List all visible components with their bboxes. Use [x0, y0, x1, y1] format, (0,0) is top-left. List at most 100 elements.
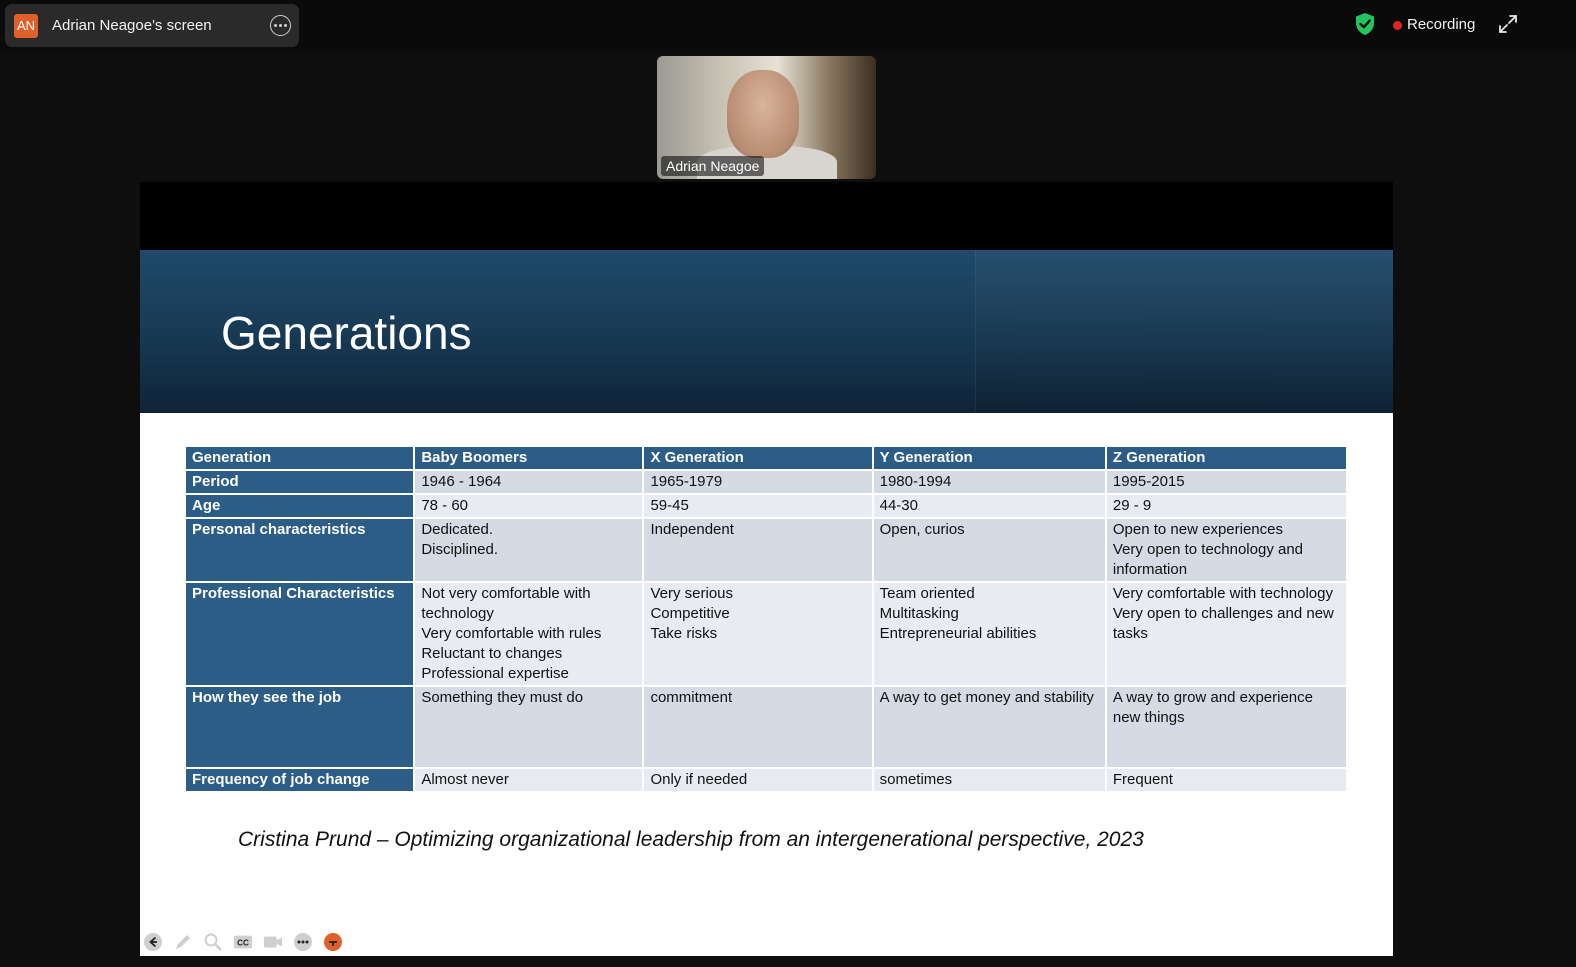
more-icon[interactable]: [293, 932, 313, 952]
cell-line: Reluctant to changes: [421, 645, 563, 662]
cell-line: 1946 - 1964: [421, 473, 502, 490]
cell-line: Very serious: [650, 585, 734, 602]
cell-line: Dedicated.: [421, 521, 494, 538]
more-options-button[interactable]: [270, 15, 291, 36]
cell-line: commitment: [650, 689, 733, 706]
slide-header: Generations: [140, 250, 1393, 413]
table-cell: Dedicated. Disciplined.: [415, 519, 643, 581]
table-row: Period 1946 - 1964 1965-1979 1980-1994 1995-…: [186, 471, 1346, 493]
table-row: Professional Characteristics Not very com…: [186, 583, 1346, 685]
row-header: How they see the job: [186, 687, 414, 767]
row-header: Frequency of job change: [186, 769, 414, 791]
slide-top-margin: [140, 182, 1393, 250]
table-cell: 1946 - 1964: [415, 471, 643, 493]
table-cell: 1965-1979: [644, 471, 872, 493]
cell-line: Very open to technology and information: [1112, 541, 1304, 578]
column-header: Z Generation: [1106, 447, 1346, 469]
fullscreen-icon[interactable]: [1497, 13, 1519, 35]
cell-line: Frequent: [1112, 771, 1173, 788]
table-cell: sometimes: [873, 769, 1105, 791]
table-cell: Team oriented Multitasking Entrepreneurial…: [873, 583, 1105, 685]
column-header: X Generation: [644, 447, 872, 469]
participant-name: Adrian Neagoe: [661, 156, 765, 176]
table-cell: Frequent: [1106, 769, 1346, 791]
table-row: Frequency of job change Almost never Only …: [186, 769, 1346, 791]
cell-line: 1995-2015: [1112, 473, 1185, 490]
table-cell: 59-45: [644, 495, 872, 517]
recording-dot-icon: [1393, 21, 1402, 30]
cell-line: Professional expertise: [421, 665, 569, 682]
shield-icon[interactable]: [1354, 12, 1376, 36]
table-cell: 78 - 60: [415, 495, 643, 517]
table-cell: A way to grow and experience new things: [1106, 687, 1346, 767]
pen-icon[interactable]: [173, 932, 193, 952]
citation: Cristina Prund – Optimizing organization…: [238, 828, 1144, 851]
cell-line: Very open to challenges and new tasks: [1112, 605, 1334, 642]
cell-line: 29 - 9: [1112, 497, 1152, 514]
table-row: Age 78 - 60 59-45 44-30 29 - 9: [186, 495, 1346, 517]
table-cell: Open to new experiences Very open to tech…: [1106, 519, 1346, 581]
cell-line: 59-45: [650, 497, 689, 514]
cell-line: 44-30: [879, 497, 918, 514]
row-header: Age: [186, 495, 414, 517]
cell-line: Disciplined.: [421, 541, 499, 558]
table-row: Personal characteristics Dedicated. Discip…: [186, 519, 1346, 581]
back-arrow-icon[interactable]: [143, 932, 163, 952]
cell-line: Open, curios: [879, 521, 965, 538]
table-cell: Not very comfortable with technology Very…: [415, 583, 643, 685]
table-cell: Something they must do: [415, 687, 643, 767]
cell-line: Very comfortable with technology: [1112, 585, 1333, 602]
cell-line: Multitasking: [879, 605, 959, 622]
screen-share-indicator[interactable]: AN Adrian Neagoe's screen: [5, 4, 299, 47]
table-cell: Only if needed: [644, 769, 872, 791]
camera-icon[interactable]: [263, 932, 283, 952]
cell-line: Something they must do: [421, 689, 584, 706]
column-header: Baby Boomers: [415, 447, 643, 469]
cell-line: Team oriented: [879, 585, 975, 602]
table-cell: Almost never: [415, 769, 643, 791]
table-cell: 1995-2015: [1106, 471, 1346, 493]
table-cell: 1980-1994: [873, 471, 1105, 493]
cell-line: Only if needed: [650, 771, 748, 788]
cell-line: Independent: [650, 521, 734, 538]
zoom-icon[interactable]: [203, 932, 223, 952]
row-header: Professional Characteristics: [186, 583, 414, 685]
row-header: Personal characteristics: [186, 519, 414, 581]
avatar: AN: [14, 13, 38, 38]
top-bar: AN Adrian Neagoe's screen Recording: [0, 0, 1576, 52]
presentation-toolbar: CC: [143, 932, 343, 952]
cell-line: Not very comfortable with technology: [421, 585, 591, 622]
table-cell: commitment: [644, 687, 872, 767]
cell-line: 1965-1979: [650, 473, 723, 490]
table-cell: Independent: [644, 519, 872, 581]
column-header: Generation: [186, 447, 414, 469]
share-title: Adrian Neagoe's screen: [52, 17, 212, 34]
cell-line: Very comfortable with rules: [421, 625, 602, 642]
svg-text:CC: CC: [237, 939, 249, 948]
cell-line: A way to grow and experience new things: [1112, 689, 1313, 726]
laser-pointer-icon[interactable]: [323, 932, 343, 952]
cell-line: A way to get money and stability: [879, 689, 1094, 706]
column-header: Y Generation: [873, 447, 1105, 469]
cell-line: 78 - 60: [421, 497, 469, 514]
table-cell: A way to get money and stability: [873, 687, 1105, 767]
cell-line: Open to new experiences: [1112, 521, 1283, 538]
recording-label[interactable]: Recording: [1407, 16, 1475, 33]
slide-title: Generations: [221, 307, 472, 359]
table-cell: Very comfortable with technology Very ope…: [1106, 583, 1346, 685]
captions-icon[interactable]: CC: [233, 932, 253, 952]
slide-body: Generation Baby Boomers X Generation Y Gene…: [140, 413, 1393, 956]
cell-line: Almost never: [421, 771, 509, 788]
table-cell: 44-30: [873, 495, 1105, 517]
cell-line: Competitive: [650, 605, 730, 622]
participant-video[interactable]: Adrian Neagoe: [657, 56, 876, 179]
table-cell: 29 - 9: [1106, 495, 1346, 517]
cell-line: Take risks: [650, 625, 718, 642]
table-row: How they see the job Something they must …: [186, 687, 1346, 767]
row-header: Period: [186, 471, 414, 493]
cell-line: sometimes: [879, 771, 953, 788]
table-cell: Very serious Competitive Take risks: [644, 583, 872, 685]
cell-line: 1980-1994: [879, 473, 952, 490]
cell-line: Entrepreneurial abilities: [879, 625, 1037, 642]
table-header-row: Generation Baby Boomers X Generation Y Gene…: [186, 447, 1346, 469]
